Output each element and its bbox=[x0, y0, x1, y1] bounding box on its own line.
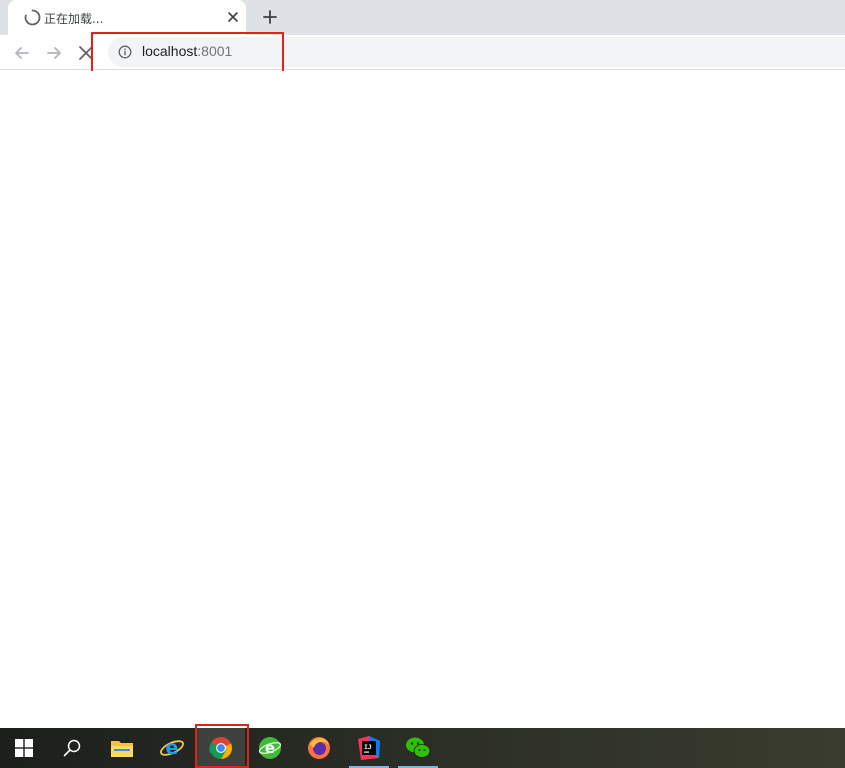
arrow-left-icon[interactable] bbox=[12, 43, 32, 63]
taskbar-wechat[interactable] bbox=[394, 728, 442, 768]
stop-loading-icon[interactable] bbox=[76, 43, 96, 63]
green-browser-icon: e bbox=[258, 737, 282, 759]
svg-text:e: e bbox=[166, 737, 179, 759]
taskbar-file-explorer[interactable] bbox=[98, 728, 146, 768]
folder-icon bbox=[111, 741, 133, 757]
intellij-icon: IJ bbox=[358, 736, 380, 760]
chrome-icon bbox=[209, 737, 232, 759]
screen: 正在加载... localhost:8001 e e IJ bbox=[0, 0, 845, 768]
url-text: localhost:8001 bbox=[142, 43, 232, 59]
windows-taskbar: e e IJ bbox=[0, 728, 845, 768]
taskbar-internet-explorer[interactable]: e bbox=[148, 728, 196, 768]
plus-icon[interactable] bbox=[261, 8, 279, 26]
firefox-icon bbox=[308, 737, 330, 759]
url-port: :8001 bbox=[197, 43, 233, 59]
svg-text:e: e bbox=[265, 739, 275, 757]
arrow-right-icon[interactable] bbox=[44, 43, 64, 63]
browser-toolbar: localhost:8001 bbox=[0, 35, 845, 70]
info-icon[interactable] bbox=[118, 45, 132, 59]
tab-title: 正在加载... bbox=[44, 12, 104, 26]
wechat-icon bbox=[406, 737, 431, 758]
taskbar-intellij-idea[interactable]: IJ bbox=[345, 728, 393, 768]
taskbar-firefox[interactable] bbox=[295, 728, 343, 768]
internet-explorer-icon: e bbox=[160, 737, 184, 759]
url-host: localhost bbox=[142, 43, 198, 59]
taskbar-360-browser[interactable]: e bbox=[246, 728, 294, 768]
taskbar-chrome[interactable] bbox=[197, 728, 245, 768]
close-icon[interactable] bbox=[226, 10, 240, 24]
taskbar-start[interactable] bbox=[0, 728, 48, 768]
address-bar[interactable]: localhost:8001 bbox=[108, 37, 845, 67]
tab-loading[interactable]: 正在加载... bbox=[8, 0, 246, 35]
taskbar-search[interactable] bbox=[48, 728, 96, 768]
loading-spinner-icon bbox=[24, 9, 41, 26]
svg-text:IJ: IJ bbox=[364, 743, 372, 751]
page-viewport bbox=[0, 71, 845, 728]
tab-strip: 正在加载... bbox=[0, 0, 845, 35]
search-icon bbox=[63, 739, 81, 757]
windows-logo-icon bbox=[15, 739, 33, 757]
